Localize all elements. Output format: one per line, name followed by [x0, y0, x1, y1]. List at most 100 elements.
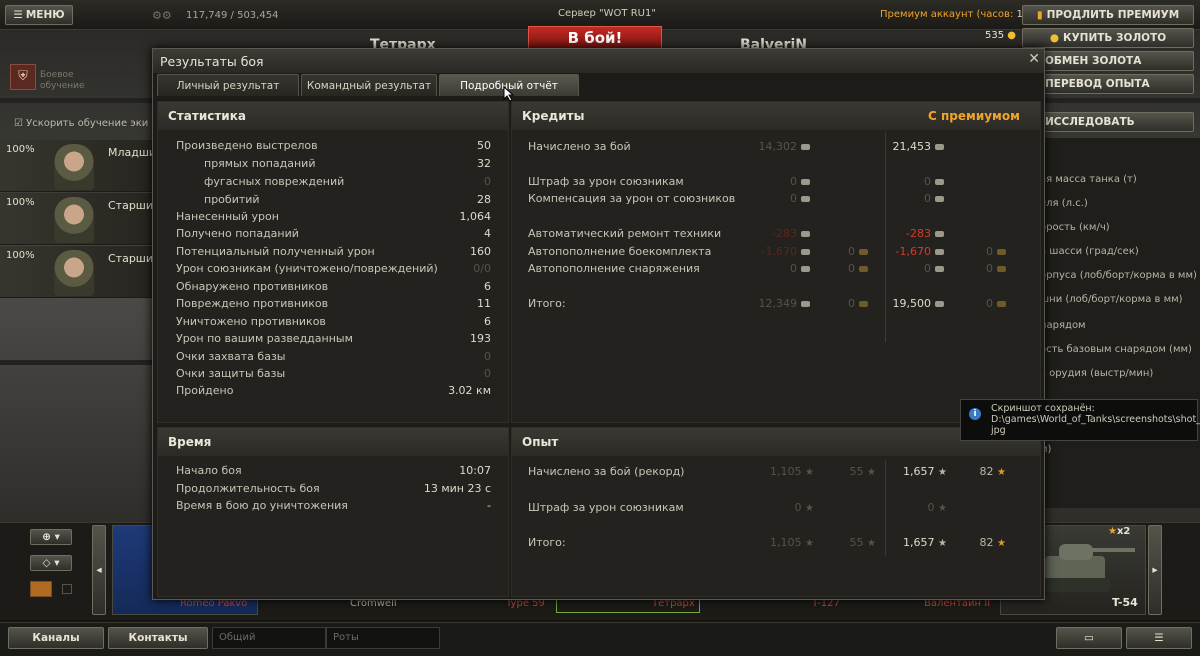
carousel-right-arrow[interactable]: ▸ — [1148, 525, 1162, 615]
gold-icon — [997, 266, 1006, 272]
menu-button[interactable]: ☰ МЕНЮ — [5, 5, 73, 25]
stat-label: Очки захвата базы — [176, 350, 286, 363]
gold-icon — [859, 301, 868, 307]
nation-filter[interactable]: ⊕ ▾ — [30, 529, 72, 545]
tank-stats-panel: ая масса танка (т) еля (л.с.) орость (км… — [1040, 138, 1200, 508]
crew-member[interactable]: 100% Старшин — [0, 193, 160, 245]
stat-row: Произведено выстрелов 50 — [158, 139, 508, 156]
time-value: - — [487, 499, 491, 512]
credits-icon — [935, 249, 944, 255]
chevron-right-icon: ▸ — [1152, 564, 1158, 576]
time-label: Продолжительность боя — [176, 482, 320, 495]
credits-header: Кредиты С премиумом — [512, 102, 1040, 130]
premium-icon: ▮ — [1036, 9, 1043, 21]
extend-premium-button[interactable]: ▮ ПРОДЛИТЬ ПРЕМИУМ — [1022, 5, 1194, 25]
credits-base: -1,670 — [761, 245, 797, 258]
time-label: Начало боя — [176, 464, 242, 477]
star-icon: ★ — [805, 467, 814, 478]
menu-label: МЕНЮ — [25, 9, 65, 21]
time-label: Время в бою до уничтожения — [176, 499, 348, 512]
credits-row: Автоматический ремонт техники -283 -283 — [512, 227, 1040, 244]
stat-label: прямых попаданий — [204, 157, 316, 170]
stat-label: Потенциальный полученный урон — [176, 245, 375, 258]
tab-personal[interactable]: Личный результат — [157, 74, 299, 96]
stat-value: 0 — [484, 350, 491, 363]
star-icon: ★ — [997, 467, 1006, 478]
exp-label: Начислено за бой (рекорд) — [528, 465, 685, 478]
time-row: Начало боя 10:07 — [158, 464, 508, 481]
stat-row: прямых попаданий 32 — [158, 157, 508, 174]
stat-value: 193 — [470, 332, 491, 345]
filter-checkbox[interactable] — [62, 584, 72, 594]
free-exp-base: 55 — [849, 536, 864, 549]
credits-icon — [801, 249, 810, 255]
gold-icon — [997, 249, 1006, 255]
credits-base: 14,302 — [758, 140, 798, 153]
research-button[interactable]: ИССЛЕДОВАТЬ — [1040, 112, 1194, 132]
training-label[interactable]: Боевое обучение — [40, 70, 85, 92]
credits-base: 0 — [790, 175, 797, 188]
credits-base: -283 — [772, 227, 797, 240]
exp-row: Начислено за бой (рекорд) 1,105 ★ 55 ★ 1,65… — [512, 465, 1040, 482]
credits-label: Компенсация за урон от союзников — [528, 192, 736, 205]
ready-filter[interactable] — [30, 581, 52, 597]
stat-label: фугасных повреждений — [204, 175, 345, 188]
crew-member[interactable]: 100% Старшин — [0, 246, 160, 298]
chat-channel-companies[interactable]: Роты — [326, 627, 440, 649]
credits-premium: 0 — [924, 175, 931, 188]
credits-label: Начислено за бой — [528, 140, 631, 153]
premium-column-header: С премиумом — [928, 109, 1020, 123]
experience-panel: Опыт Начислено за бой (рекорд) 1,105 ★ 55 … — [511, 427, 1041, 597]
buy-gold-button[interactable]: ● КУПИТЬ ЗОЛОТО — [1022, 28, 1194, 48]
gold-base: 0 — [848, 297, 855, 310]
credits-premium: -1,670 — [895, 245, 931, 258]
tank-stat-label: шни (лоб/борт/корма в мм) — [1040, 294, 1183, 305]
credits-row: Начислено за бой 14,302 21,453 — [512, 140, 1040, 157]
tank-stat-label: нарядом — [1040, 320, 1086, 331]
chat-channel-common[interactable]: Общий — [212, 627, 326, 649]
stat-label: Получено попаданий — [176, 227, 299, 240]
stat-value: 6 — [484, 315, 491, 328]
time-value: 10:07 — [459, 464, 491, 477]
gold-icon — [859, 249, 868, 255]
avatar — [54, 250, 94, 296]
close-icon[interactable]: ✕ — [1028, 51, 1040, 67]
stat-label: Повреждено противников — [176, 297, 329, 310]
crew-member[interactable]: 100% Младши — [0, 140, 156, 192]
channels-button[interactable]: Каналы — [8, 627, 104, 649]
gold-counter: 535 ● — [985, 30, 1016, 41]
training-line: Боевое — [40, 70, 74, 80]
tank-name: T-54 — [1112, 596, 1138, 609]
premium-text: Премиум аккаунт (часов: — [880, 9, 1014, 20]
notifications-button[interactable]: ☰ — [1126, 627, 1192, 649]
chat-button[interactable]: ▭ — [1056, 627, 1122, 649]
credits-icon — [801, 266, 810, 272]
star-icon: ★ — [938, 538, 947, 549]
stat-label: Обнаружено противников — [176, 280, 329, 293]
stat-value: 3.02 км — [448, 384, 491, 397]
type-filter[interactable]: ◇ ▾ — [30, 555, 72, 571]
training-icon[interactable]: ⛨ — [10, 64, 36, 90]
globe-icon: ⊕ ▾ — [42, 531, 60, 543]
xp-icon: ⚙⚙ — [152, 9, 172, 22]
accelerate-checkbox[interactable]: ☑ Ускорить обучение эки — [14, 118, 148, 129]
credits-icon — [801, 231, 810, 237]
credits-icon — [935, 196, 944, 202]
time-header: Время — [158, 428, 508, 456]
stat-value: 0 — [484, 367, 491, 380]
time-value: 13 мин 23 с — [423, 482, 491, 495]
exchange-gold-button[interactable]: ОБМЕН ЗОЛОТА — [1040, 51, 1194, 71]
contacts-button[interactable]: Контакты — [108, 627, 208, 649]
stat-value: 11 — [477, 297, 491, 310]
gold-premium: 0 — [986, 262, 993, 275]
credits-row: Автопополнение снаряжения 0 0 0 0 — [512, 262, 1040, 279]
battle-button[interactable]: В бой! — [528, 26, 662, 50]
carousel-left-arrow[interactable]: ◂ — [92, 525, 106, 615]
credits-base: 0 — [790, 192, 797, 205]
exp-base: 1,105 — [770, 536, 802, 549]
tab-team[interactable]: Командный результат — [301, 74, 437, 96]
stat-row: пробитий 28 — [158, 193, 508, 210]
convert-xp-button[interactable]: ПЕРЕВОД ОПЫТА — [1040, 74, 1194, 94]
screenshot-saved-tooltip: i Скриншот сохранён: D:\games\World_of_T… — [960, 399, 1200, 441]
star-icon: ★ — [938, 503, 947, 514]
